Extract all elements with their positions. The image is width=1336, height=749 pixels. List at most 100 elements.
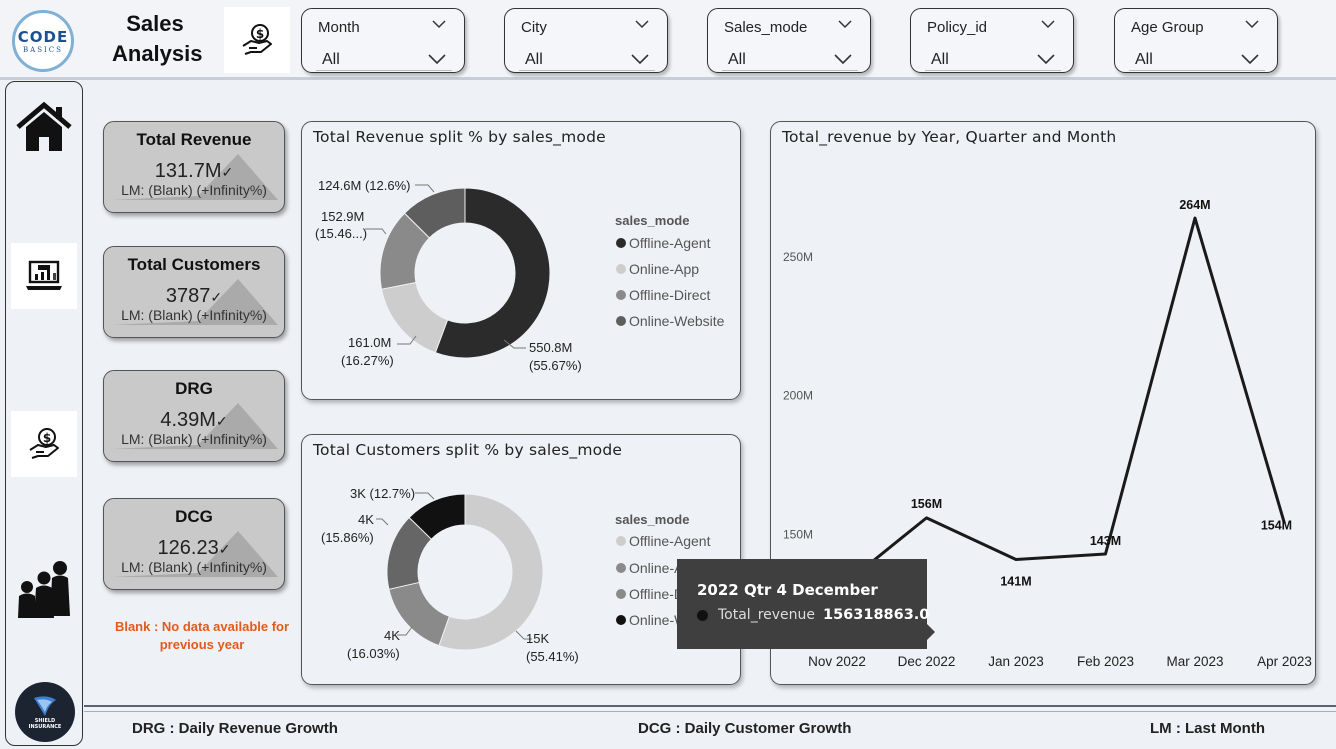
- tooltip-header: 2022 Qtr 4 December: [697, 581, 878, 599]
- family-icon[interactable]: [11, 556, 77, 622]
- money-hand-icon: $: [224, 7, 290, 73]
- slice-label: 15K: [526, 631, 549, 646]
- slice-label: 550.8M: [529, 340, 572, 355]
- kpi-title: DCG: [175, 507, 213, 526]
- kpi-card-dcg[interactable]: DCG 126.23✓ LM: (Blank) (+Infinity%): [103, 498, 285, 590]
- legend-label: Online-Website: [629, 313, 725, 329]
- slicer-label: City: [521, 19, 547, 36]
- home-icon[interactable]: [11, 94, 77, 160]
- data-label: 143M: [1090, 534, 1121, 548]
- chevron-down-icon[interactable]: [428, 53, 446, 65]
- sidebar-nav: $ SHIELD INSURANCE: [5, 81, 83, 746]
- y-tick-label: 250M: [783, 250, 813, 264]
- footer-divider: [84, 705, 1336, 707]
- slicer-value: All: [1135, 51, 1153, 68]
- x-tick-label: Nov 2022: [808, 654, 866, 669]
- chevron-down-icon[interactable]: [631, 53, 649, 65]
- slice-label: 4K: [384, 628, 400, 643]
- tooltip-value: 156318863.0: [823, 607, 930, 623]
- kpi-card-drg[interactable]: DRG 4.39M✓ LM: (Blank) (+Infinity%): [103, 370, 285, 462]
- slicer-policy-id[interactable]: Policy_id All: [910, 8, 1074, 73]
- chevron-down-icon[interactable]: [635, 19, 649, 29]
- slice-label: (55.67%): [529, 358, 582, 373]
- legend-marker: [616, 615, 626, 625]
- legend-marker: [616, 589, 626, 599]
- data-label: 154M: [1261, 518, 1292, 532]
- legend-item[interactable]: Online-Website: [616, 313, 725, 329]
- check-icon: ✓: [215, 413, 228, 429]
- check-icon: ✓: [210, 289, 223, 305]
- chevron-down-icon[interactable]: [834, 53, 852, 65]
- slice-label: (55.41%): [526, 649, 579, 664]
- legend-item[interactable]: Online-App: [616, 261, 699, 277]
- x-tick-label: Dec 2022: [898, 654, 956, 669]
- legend-marker: [616, 264, 626, 274]
- page-title-line2: Analysis: [112, 41, 203, 66]
- kpi-comparison: LM: (Blank) (+Infinity%): [121, 182, 267, 198]
- leader-line: [365, 228, 387, 235]
- check-icon: ✓: [218, 541, 231, 557]
- slicer-dropdown[interactable]: All: [316, 47, 452, 71]
- leader-line: [415, 184, 435, 193]
- logo-text-main: CODE: [17, 28, 69, 46]
- chevron-down-icon[interactable]: [1245, 19, 1259, 29]
- chevron-down-icon[interactable]: [838, 19, 852, 29]
- legend-label: Offline-Direct: [629, 287, 711, 303]
- legend-item[interactable]: Offline-Direct: [616, 287, 711, 303]
- logo-text-sub: BASICS: [23, 46, 63, 54]
- svg-text:$: $: [256, 27, 264, 41]
- slicer-sales-mode[interactable]: Sales_mode All: [707, 8, 871, 73]
- donut-slice-online-app[interactable]: [380, 281, 449, 354]
- kpi-card-total-revenue[interactable]: Total Revenue 131.7M✓ LM: (Blank) (+Infi…: [103, 121, 285, 213]
- kpi-title: Total Revenue: [136, 130, 252, 149]
- legend-item[interactable]: Offline-Agent: [616, 235, 711, 251]
- kpi-title: DRG: [175, 379, 213, 398]
- data-label: 141M: [1000, 575, 1031, 589]
- kpi-value: 131.7M✓: [104, 160, 284, 183]
- revenue-split-panel[interactable]: Total Revenue split % by sales_mode 124.…: [301, 121, 741, 400]
- blank-note: Blank : No data available for previous y…: [103, 618, 301, 654]
- kpi-comparison: LM: (Blank) (+Infinity%): [121, 431, 267, 447]
- series-line[interactable]: [836, 216, 1286, 592]
- kpi-laptop-icon[interactable]: [11, 243, 77, 309]
- slicer-age-group[interactable]: Age Group All: [1114, 8, 1278, 73]
- legend-item[interactable]: Offline-Agent: [616, 533, 711, 549]
- chevron-down-icon[interactable]: [1041, 19, 1055, 29]
- revenue-donut-chart: 124.6M (12.6%) 152.9M (15.46...) 161.0M …: [315, 178, 725, 373]
- leader-line: [376, 518, 389, 526]
- slicer-dropdown[interactable]: All: [1129, 47, 1265, 71]
- blank-note-line: Blank : No data available for: [114, 619, 290, 634]
- slicer-value: All: [728, 51, 746, 68]
- slicer-dropdown[interactable]: All: [722, 47, 858, 71]
- shield-logo-mark: [34, 696, 56, 716]
- data-label: 264M: [1179, 198, 1210, 212]
- chevron-down-icon[interactable]: [432, 19, 446, 29]
- kpi-value: 4.39M✓: [104, 409, 284, 432]
- legend-label: Online-App: [629, 261, 699, 277]
- chevron-down-icon[interactable]: [1241, 53, 1259, 65]
- y-tick-label: 200M: [783, 389, 813, 403]
- svg-text:$: $: [43, 431, 51, 445]
- kpi-card-total-customers[interactable]: Total Customers 3787✓ LM: (Blank) (+Infi…: [103, 246, 285, 338]
- x-tick-label: Mar 2023: [1166, 654, 1223, 669]
- slice-label: (15.46...): [315, 226, 367, 241]
- slicer-dropdown[interactable]: All: [925, 47, 1061, 71]
- blank-note-line: previous year: [159, 637, 245, 652]
- legend-label: Offline-Agent: [629, 533, 711, 549]
- tooltip-pointer: [926, 623, 935, 641]
- customer-split-panel[interactable]: Total Customers split % by sales_mode 3K…: [301, 434, 741, 685]
- x-tick-label: Apr 2023: [1257, 654, 1312, 669]
- slicer-dropdown[interactable]: All: [519, 47, 655, 71]
- kpi-title: Total Customers: [127, 255, 261, 274]
- chevron-down-icon[interactable]: [1037, 53, 1055, 65]
- kpi-value-text: 3787: [165, 285, 211, 307]
- slicer-city[interactable]: City All: [504, 8, 668, 73]
- money-hand-icon[interactable]: $: [11, 411, 77, 477]
- legend-marker: [616, 290, 626, 300]
- tooltip-series-marker: [697, 610, 708, 621]
- slice-label: 3K (12.7%): [350, 486, 415, 501]
- legend-marker: [616, 536, 626, 546]
- page-title-line1: Sales: [126, 11, 184, 36]
- slicer-month[interactable]: Month All: [301, 8, 465, 73]
- data-label: 156M: [911, 497, 942, 511]
